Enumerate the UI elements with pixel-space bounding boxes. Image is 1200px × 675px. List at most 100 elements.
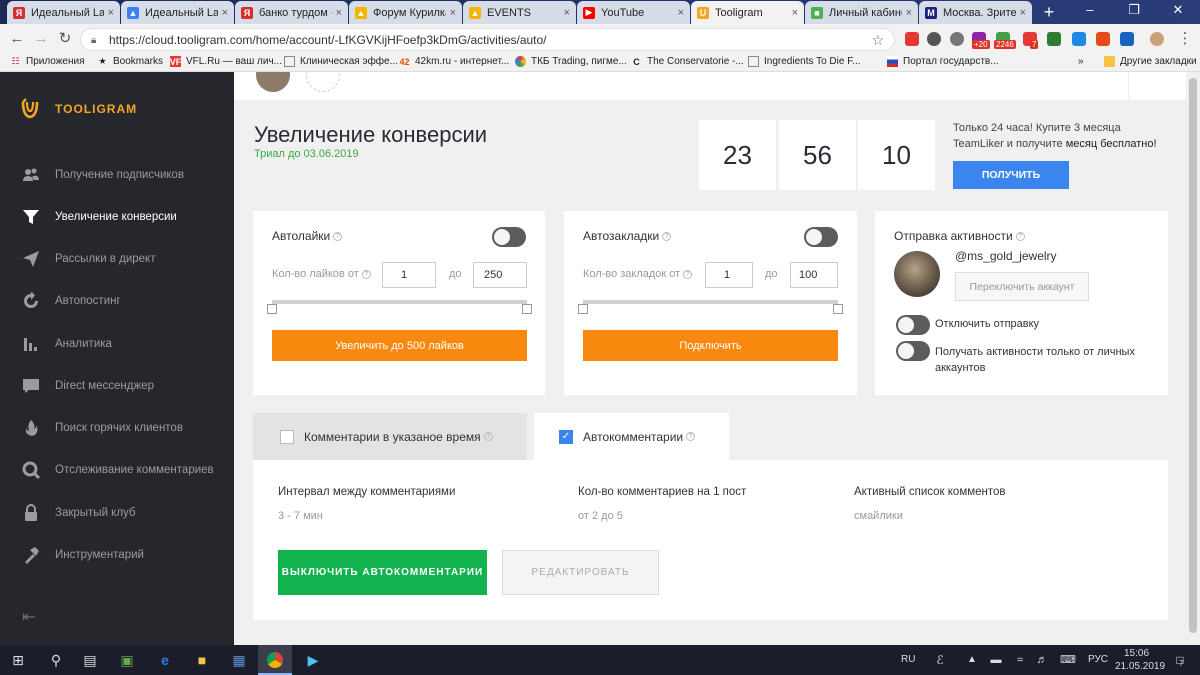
search-icon[interactable]: ⚲ [48, 652, 64, 668]
download-icon[interactable] [1047, 32, 1061, 46]
close-tab-icon[interactable]: × [678, 7, 684, 19]
browser-tab[interactable]: Ябанко турдом - × [235, 1, 348, 24]
close-tab-icon[interactable]: × [564, 7, 570, 19]
scrollbar-thumb[interactable] [1189, 78, 1197, 633]
edit-button[interactable]: РЕДАКТИРОВАТЬ [502, 550, 659, 595]
increase-likes-button[interactable]: Увеличить до 500 лайков [272, 330, 527, 361]
shield-icon[interactable] [1120, 32, 1134, 46]
minimize-window-button[interactable]: – [1068, 0, 1112, 20]
sidebar-item[interactable]: Инструментарий [0, 542, 234, 568]
bookmark-item[interactable]: C The Conservatorie -... [631, 56, 743, 67]
bookmark-item[interactable]: ☷ Приложения [10, 56, 84, 67]
close-tab-icon[interactable]: × [336, 7, 342, 19]
close-tab-icon[interactable]: × [906, 7, 912, 19]
sidebar-item[interactable]: Direct мессенджер [0, 373, 234, 399]
disable-sending-toggle[interactable] [896, 315, 930, 335]
sidebar-item[interactable]: Аналитика [0, 331, 234, 357]
sidebar-item[interactable]: Отслеживание комментариев [0, 457, 234, 483]
clock-time[interactable]: 15:06 [1124, 648, 1149, 659]
bookmark-item[interactable]: Портал государств... [887, 56, 999, 67]
control-panel-icon[interactable]: ▦ [231, 652, 247, 668]
sidebar-item[interactable]: Поиск горячих клиентов [0, 415, 234, 441]
chrome-taskbar-item[interactable] [258, 645, 292, 675]
bookmark-item[interactable]: Клиническая эффе... [284, 56, 398, 67]
collapse-sidebar-button[interactable]: ⇤ [22, 607, 35, 627]
auto-comments-checkbox[interactable]: ✓ [559, 429, 573, 444]
cloud-icon[interactable] [1072, 32, 1086, 46]
likes-slider-min-handle[interactable] [267, 304, 277, 314]
bookmark-item[interactable]: 42 42km.ru - интернет... [399, 56, 509, 67]
close-tab-icon[interactable]: × [1020, 7, 1026, 19]
likes-slider-max-handle[interactable] [522, 304, 532, 314]
bookmark-item[interactable]: Ingredients To Die F... [748, 56, 861, 67]
account-menu[interactable] [1128, 72, 1186, 100]
bookmark-item[interactable]: ★ Bookmarks [97, 56, 163, 67]
brand-logo[interactable]: TOOLIGRAM [20, 98, 137, 120]
wifi-icon[interactable]: ≈ [1012, 652, 1028, 668]
close-tab-icon[interactable]: × [792, 7, 798, 19]
page-scrollbar[interactable] [1186, 72, 1200, 645]
help-icon[interactable]: ? [361, 269, 371, 279]
close-tab-icon[interactable]: × [108, 7, 114, 19]
bookmark-item[interactable]: VF VFL.Ru — ваш лич... [170, 56, 282, 67]
sidebar-item[interactable]: Рассылки в директ [0, 246, 234, 272]
connect-bookmarks-button[interactable]: Подключить [583, 330, 838, 361]
more-bookmarks-button[interactable]: » [1078, 56, 1084, 67]
help-icon[interactable]: ? [683, 269, 693, 279]
battery-icon[interactable]: ▬ [988, 652, 1004, 668]
extension-icon[interactable] [927, 32, 941, 46]
extension-icon[interactable] [1096, 32, 1110, 46]
help-icon[interactable]: ? [333, 232, 343, 242]
browser-tab[interactable]: M Москва. Зрител × [919, 1, 1032, 24]
people-icon[interactable]: ℰ [932, 652, 948, 668]
browser-tab[interactable]: ▶ YouTube × [577, 1, 690, 24]
new-tab-button[interactable]: + [1040, 3, 1058, 21]
bookmarks-slider-max-handle[interactable] [833, 304, 843, 314]
likes-from-input[interactable]: 1 [382, 262, 436, 288]
task-view-icon[interactable]: ▤ [82, 652, 98, 668]
globe-icon[interactable] [950, 32, 964, 46]
menu-dots-icon[interactable]: ⋮ [1176, 30, 1194, 48]
clock-date[interactable]: 21.05.2019 [1115, 661, 1165, 672]
sidebar-item[interactable]: Закрытый клуб [0, 500, 234, 526]
back-arrow-icon[interactable]: ← [8, 30, 26, 48]
disable-auto-comments-button[interactable]: ВЫКЛЮЧИТЬ АВТОКОММЕНТАРИИ [278, 550, 487, 595]
likes-to-input[interactable]: 250 [473, 262, 527, 288]
help-icon[interactable]: ? [483, 432, 493, 441]
tab-auto-comments[interactable]: ✓ Автокомментарии? [534, 413, 729, 460]
reload-icon[interactable]: ↻ [56, 30, 74, 48]
personal-only-toggle[interactable] [896, 341, 930, 361]
tray-expand-icon[interactable]: ▲ [964, 652, 980, 668]
volume-icon[interactable]: ♬ [1034, 652, 1050, 668]
autobookmarks-toggle[interactable] [804, 227, 838, 247]
bookmarks-slider-min-handle[interactable] [578, 304, 588, 314]
bookmarks-range-slider[interactable] [583, 300, 838, 304]
likes-range-slider[interactable] [272, 300, 527, 304]
sidebar-item[interactable]: Автопостинг [0, 288, 234, 314]
tab-scheduled-comments[interactable]: Комментарии в указаное время? [253, 413, 527, 460]
forward-arrow-icon[interactable]: → [32, 30, 50, 48]
close-window-button[interactable]: ✕ [1156, 0, 1200, 20]
get-offer-button[interactable]: ПОЛУЧИТЬ [953, 161, 1069, 189]
windows-start-icon[interactable]: ⊞ [10, 652, 26, 668]
browser-tab[interactable]: ▲ Форум Курилка × [349, 1, 462, 24]
switch-account-button[interactable]: Переключить аккаунт [955, 272, 1089, 301]
browser-tab[interactable]: ■ Личный кабинет × [805, 1, 918, 24]
bookmark-star-icon[interactable]: ☆ [871, 32, 884, 49]
add-account-placeholder[interactable] [306, 72, 340, 92]
sidebar-item[interactable]: Увеличение конверсии [0, 204, 234, 230]
edge-icon[interactable]: e [157, 652, 173, 668]
bookmarks-from-input[interactable]: 1 [705, 262, 753, 288]
browser-tab[interactable]: U Tooligram × [691, 1, 804, 24]
browser-tab[interactable]: ▲ EVENTS × [463, 1, 576, 24]
help-icon[interactable]: ? [1015, 232, 1025, 242]
keyboard-icon[interactable]: ⌨ [1060, 652, 1076, 668]
keyboard-language[interactable]: RU [901, 654, 915, 665]
extension-icon[interactable] [905, 32, 919, 46]
app-icon[interactable]: ▶ [305, 652, 321, 668]
store-icon[interactable]: ▣ [119, 652, 135, 668]
address-bar[interactable]: 🔒︎ https://cloud.tooligram.com/home/acco… [80, 28, 895, 51]
help-icon[interactable]: ? [686, 432, 696, 441]
browser-tab[interactable]: ▲ Идеальный Land × [121, 1, 234, 24]
bookmark-item[interactable]: ТКБ Trading, пигме... [515, 56, 627, 67]
